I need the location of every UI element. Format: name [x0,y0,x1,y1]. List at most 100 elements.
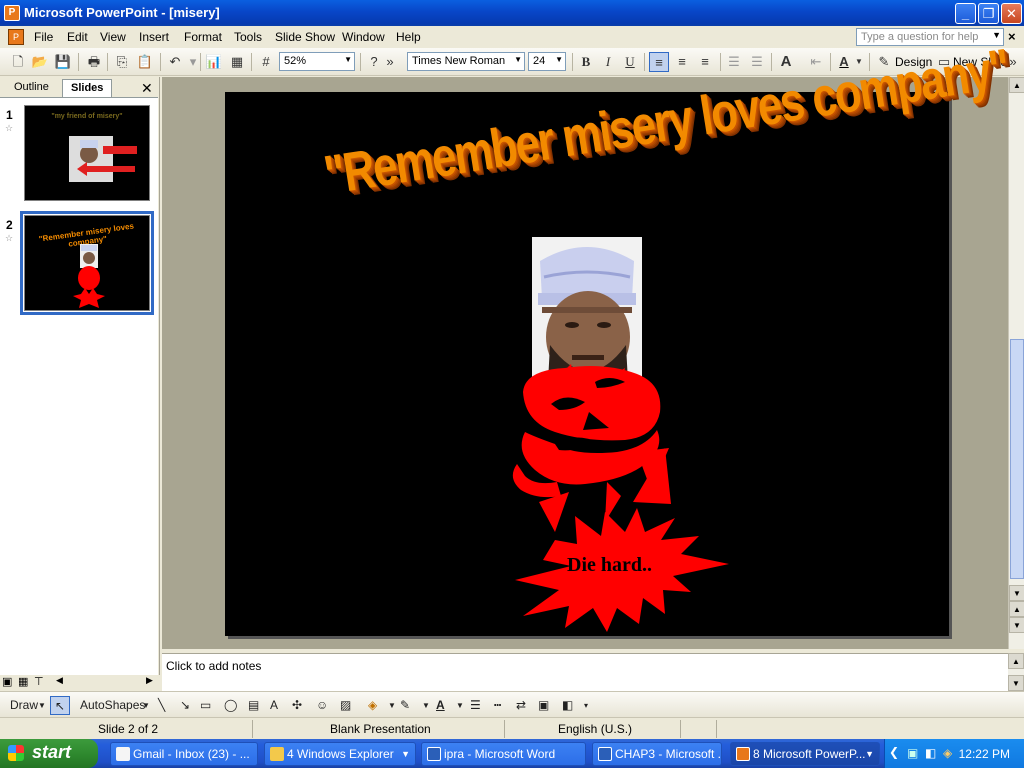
line-color-icon[interactable]: ✎ [400,696,410,715]
fill-color-icon[interactable]: ◈ [368,696,377,715]
numbering-icon[interactable]: ☰ [724,52,744,72]
slide-canvas[interactable]: "Remember misery loves company" Die hard… [225,38,1013,636]
chevron-down-icon[interactable]: ▼ [555,55,563,64]
notes-pane[interactable]: Click to add notes [162,653,1008,691]
design-template-status[interactable]: Blank Presentation [330,722,431,736]
taskbar-button-word-ipra[interactable]: ipra - Microsoft Word [421,742,586,766]
scroll-down-icon[interactable]: ▼ [1009,585,1024,601]
previous-slide-icon[interactable]: ▲ [1009,601,1024,617]
italic-icon[interactable]: I [598,52,618,72]
paste-icon[interactable]: 📋 [135,52,155,72]
align-right-icon[interactable]: ≡ [695,52,715,72]
bold-icon[interactable]: B [576,52,596,72]
menu-slide-show[interactable]: Slide Show [275,30,335,44]
chevron-down-icon[interactable]: ▼ [456,696,464,715]
diagram-icon[interactable]: ✣ [292,696,302,715]
font-name-select[interactable]: Times New Roman ▼ [407,52,525,71]
chevron-down-icon[interactable]: ▼ [344,55,352,64]
close-pane-icon[interactable]: ✕ [141,80,153,97]
powerpoint-app-icon[interactable]: P [4,5,20,21]
taskbar-button-gmail[interactable]: Gmail - Inbox (23) - ... [110,742,258,766]
insert-table-icon[interactable]: ▦ [227,52,247,72]
open-folder-icon[interactable]: 📂 [30,52,50,72]
help-icon[interactable]: ? [364,52,384,72]
burst-text[interactable]: Die hard.. [567,554,652,577]
increase-font-size-icon[interactable]: A [776,52,796,72]
autoshapes-button[interactable]: AutoShapes [80,696,145,715]
slide-thumbnail-2[interactable]: "Remember misery loves company" [20,211,154,315]
notes-placeholder[interactable]: Click to add notes [166,659,261,673]
copy-icon[interactable]: ⎘ [112,52,132,72]
menu-edit[interactable]: Edit [67,30,88,44]
minimize-button[interactable]: _ [955,3,976,24]
close-document-icon[interactable]: × [1008,29,1016,44]
chevron-down-icon[interactable]: ▼ [142,696,150,715]
dash-style-icon[interactable]: ┅ [494,696,501,715]
person-photo[interactable] [532,237,642,382]
taskbar-button-word-chap3[interactable]: CHAP3 - Microsoft ... [592,742,722,766]
scroll-up-icon[interactable]: ▲ [1008,653,1024,669]
draw-menu-button[interactable]: Draw [10,696,38,715]
notes-scrollbar[interactable]: ▲ ▼ [1008,653,1024,691]
volume-icon[interactable]: ◧ [925,746,936,760]
slide-show-icon[interactable]: ⊤ [34,675,44,688]
select-pointer-icon[interactable]: ↖ [50,696,70,715]
title-bar[interactable]: P Microsoft PowerPoint - [misery] _ ❐ ✕ [0,0,1024,26]
menu-window[interactable]: Window [342,30,385,44]
print-icon[interactable]: 🖶 [84,52,104,72]
undo-icon[interactable]: ↶ [165,52,185,72]
underline-icon[interactable]: U [620,52,640,72]
toolbar-options-icon[interactable]: » [384,52,396,72]
normal-view-icon[interactable]: ▣ [2,675,12,688]
tab-outline[interactable]: Outline [6,79,57,97]
chevron-down-icon[interactable]: ▼ [388,696,396,715]
start-button[interactable]: start [0,739,98,768]
vertical-scrollbar[interactable]: ▲ ▼ ▲ ▼ [1008,77,1024,649]
scroll-left-icon[interactable]: ◀ [56,675,63,686]
close-button[interactable]: ✕ [1001,3,1022,24]
save-icon[interactable]: 💾 [53,52,73,72]
oval-tool-icon[interactable]: ◯ [224,696,237,715]
arrow-tool-icon[interactable]: ↘ [180,696,190,715]
align-left-icon[interactable]: ≡ [649,52,669,72]
toolbar-options-icon[interactable]: ▾ [584,696,588,715]
text-box-icon[interactable]: ▤ [248,696,259,715]
scroll-thumb[interactable] [1010,339,1024,579]
document-icon[interactable]: P [8,29,24,45]
scroll-up-icon[interactable]: ▲ [1009,77,1024,93]
zoom-select[interactable]: 52% ▼ [279,52,355,71]
menu-file[interactable]: File [34,30,53,44]
chevron-down-icon[interactable]: ▼ [38,696,46,715]
system-clock[interactable]: 12:22 PM [959,747,1010,761]
3d-style-icon[interactable]: ◧ [562,696,573,715]
menu-view[interactable]: View [100,30,126,44]
font-size-select[interactable]: 24 ▼ [528,52,566,71]
menu-tools[interactable]: Tools [234,30,262,44]
taskbar-button-powerpoint[interactable]: 8 Microsoft PowerP... ▼ [730,742,880,766]
tray-expand-icon[interactable]: ❮ [889,745,899,759]
font-color-icon[interactable]: A [436,696,445,715]
next-slide-icon[interactable]: ▼ [1009,617,1024,633]
wordart-icon[interactable]: A [270,696,278,715]
slide-thumbnail-1[interactable]: "my friend of misery" [24,105,150,201]
restore-button[interactable]: ❐ [978,3,999,24]
menu-insert[interactable]: Insert [139,30,169,44]
insert-chart-icon[interactable]: 📊 [204,52,224,72]
toolbar-options-icon[interactable]: » [1006,52,1020,72]
slide-sorter-icon[interactable]: ▦ [18,675,28,688]
line-tool-icon[interactable]: ╲ [158,696,165,715]
rectangle-tool-icon[interactable]: ▭ [200,696,211,715]
clip-art-icon[interactable]: ☺ [316,696,328,715]
tab-slides[interactable]: Slides [62,79,113,97]
align-center-icon[interactable]: ≡ [672,52,692,72]
bullets-icon[interactable]: ☰ [747,52,767,72]
security-icon[interactable]: ◈ [943,746,952,760]
line-style-icon[interactable]: ☰ [470,696,481,715]
taskbar-button-explorer[interactable]: 4 Windows Explorer ▼ [264,742,416,766]
scroll-down-icon[interactable]: ▼ [1008,675,1024,691]
chevron-down-icon[interactable]: ▼ [422,696,430,715]
scroll-right-icon[interactable]: ▶ [146,675,153,686]
shadow-style-icon[interactable]: ▣ [538,696,549,715]
menu-format[interactable]: Format [184,30,222,44]
show-grid-icon[interactable]: # [256,52,276,72]
